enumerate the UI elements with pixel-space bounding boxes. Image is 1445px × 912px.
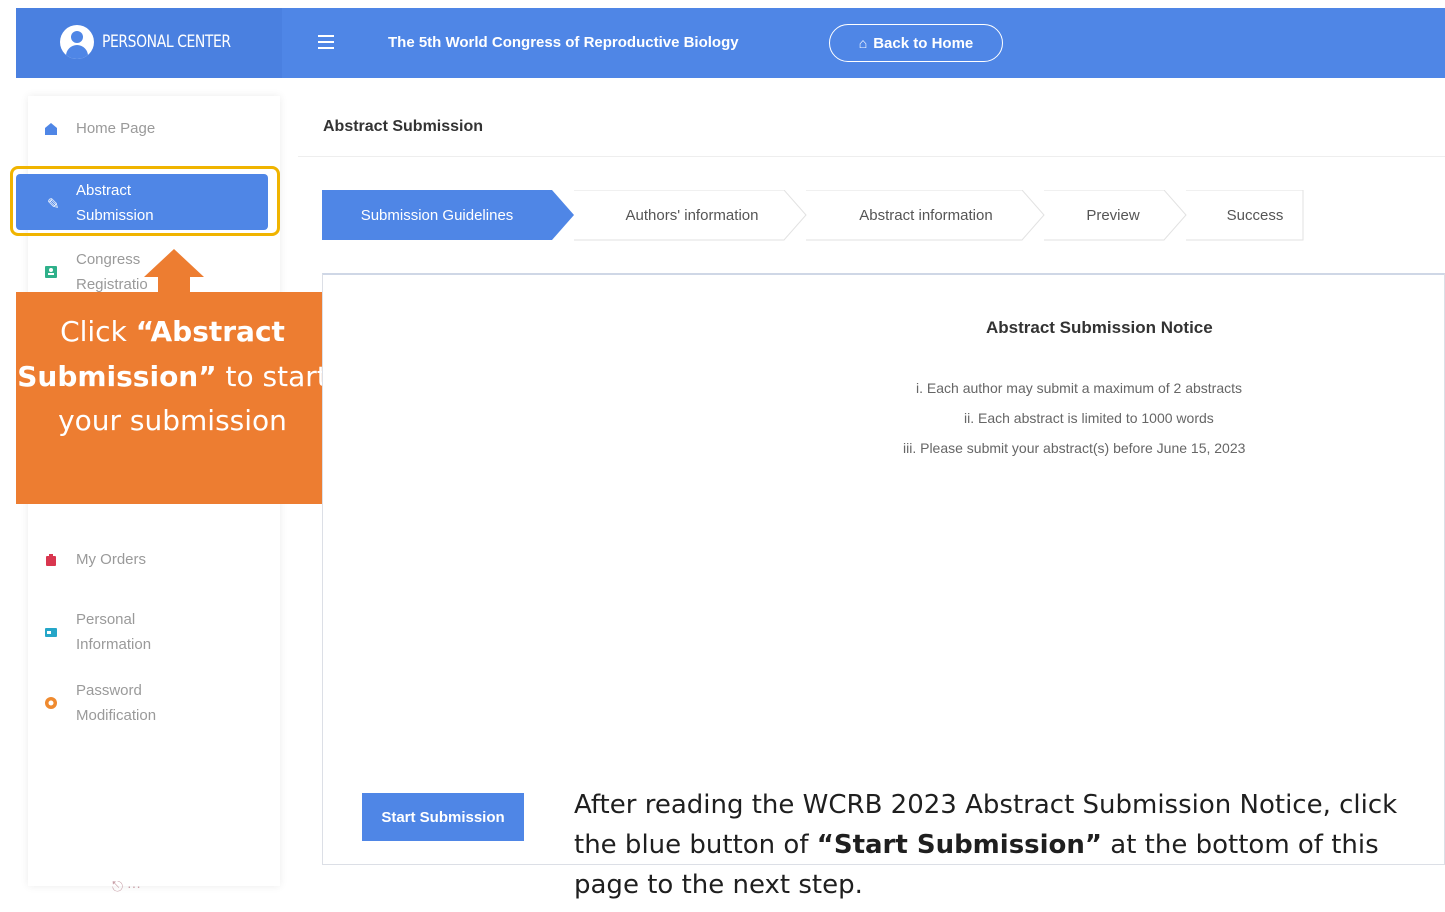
instruction-text: After reading the WCRB 2023 Abstract Sub… [574, 790, 1398, 900]
step-abstract-information: Abstract information [859, 206, 993, 224]
callout-arrow-icon [144, 249, 204, 277]
start-submission-button[interactable]: Start Submission [362, 793, 524, 841]
sidebar-item-my-orders[interactable]: My Orders [44, 547, 146, 572]
user-avatar-icon [60, 25, 94, 59]
step-submission-guidelines: Submission Guidelines [360, 206, 514, 224]
conference-title: The 5th World Congress of Reproductive B… [388, 34, 739, 51]
instruction-callout: Click “Abstract Submission” to start you… [16, 292, 329, 504]
step-preview: Preview [1086, 206, 1140, 224]
step-success: Success [1226, 206, 1284, 224]
title-divider [298, 156, 1445, 157]
notice-panel [322, 273, 1445, 865]
menu-toggle-icon[interactable] [318, 35, 334, 49]
sidebar-item-label: Password Modification [76, 682, 157, 724]
logout-link[interactable]: ⎋ ··· [112, 878, 141, 895]
brand-title: PERSONAL CENTER [102, 32, 231, 52]
orders-icon [46, 553, 56, 566]
notice-title: Abstract Submission Notice [986, 318, 1213, 337]
notice-line: i. Each author may submit a maximum of 2… [916, 380, 1243, 396]
sidebar-item-password-modification[interactable]: Password Modification [44, 678, 156, 728]
highlight-box [10, 166, 280, 236]
notice-line: ii. Each abstract is limited to 1000 wor… [964, 410, 1214, 426]
sidebar-item-label: My Orders [76, 551, 147, 568]
id-card-icon [45, 628, 57, 637]
home-icon: ⌂ [858, 35, 868, 51]
notice-line: iii. Please submit your abstract(s) befo… [903, 440, 1246, 456]
lock-icon [45, 697, 57, 709]
back-to-home-button[interactable]: ⌂ Back to Home [829, 24, 1003, 62]
sidebar-item-label: Home Page [76, 120, 156, 137]
step-authors-information: Authors' information [625, 206, 759, 224]
sidebar-item-personal-information[interactable]: Personal Information [44, 607, 151, 657]
page: PERSONAL CENTER The 5th World Congress o… [0, 0, 1445, 912]
home-icon [45, 122, 57, 135]
sidebar-item-label: Congress Registratio [76, 251, 148, 293]
page-title: Abstract Submission [323, 118, 484, 135]
back-to-home-label: Back to Home [873, 34, 974, 52]
registration-icon [45, 266, 57, 278]
sidebar-item-home[interactable]: Home Page [44, 116, 155, 141]
sidebar-item-label: Personal Information [76, 611, 152, 653]
brand-area: PERSONAL CENTER [16, 8, 282, 78]
sidebar-item-congress-registration[interactable]: Congress Registratio [44, 247, 148, 297]
